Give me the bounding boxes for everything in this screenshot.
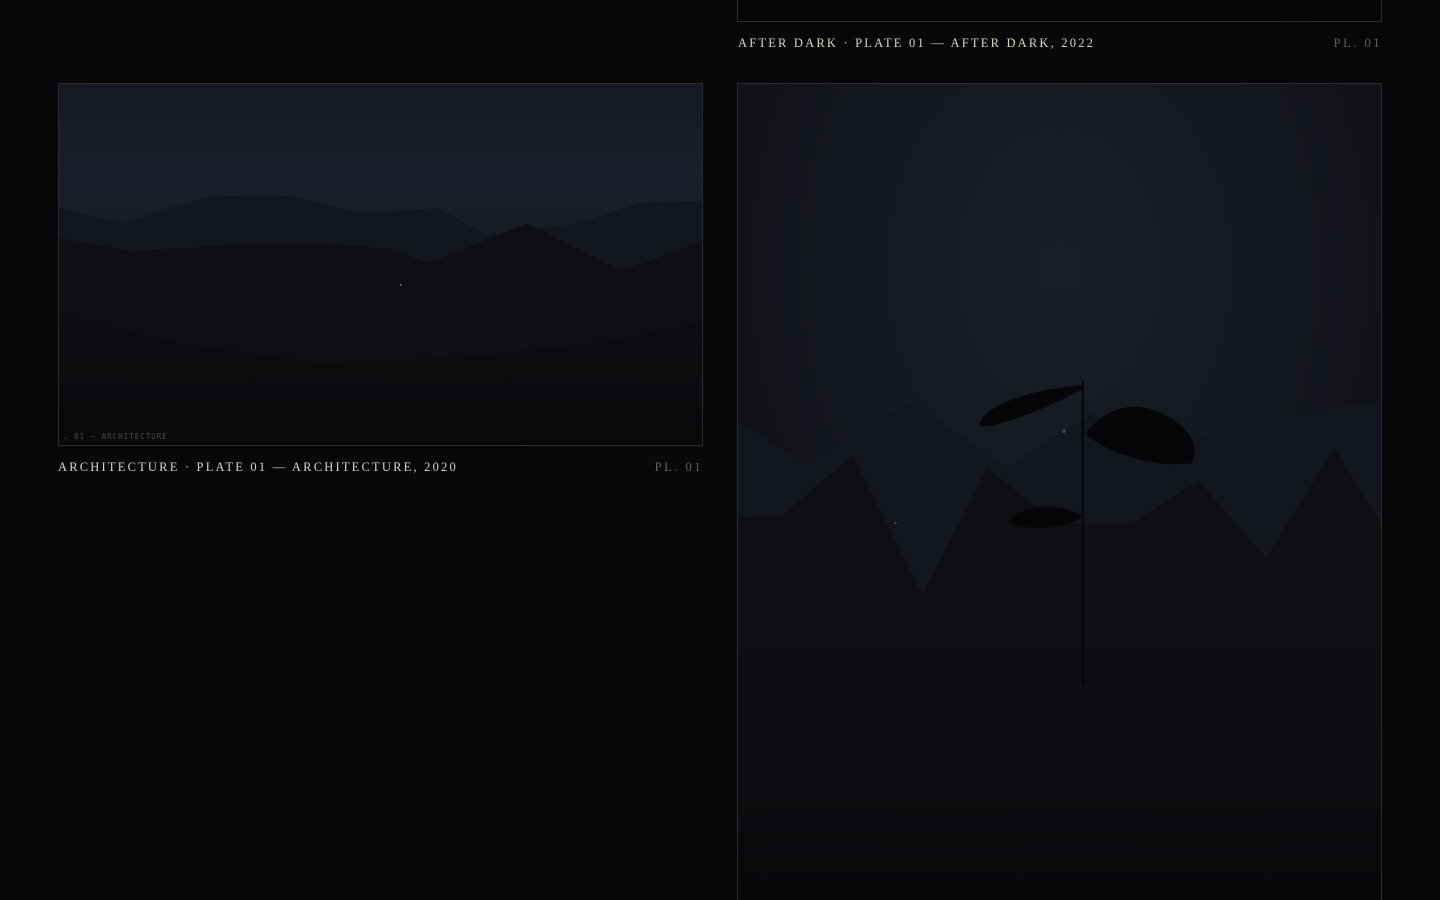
plate-number: PL. 01 (1333, 35, 1382, 50)
plate-caption-title: After Dark · Plate 01 — After Dark, 2022 (738, 35, 1096, 50)
plate-image-after-dark-large[interactable] (737, 83, 1382, 900)
plate-caption-architecture: Architecture · Plate 01 — Architecture, … (58, 458, 703, 476)
plate-caption-after-dark: After Dark · Plate 01 — After Dark, 2022… (738, 34, 1382, 52)
mountain-flag-illustration (738, 84, 1381, 900)
plate-image-after-dark-top[interactable] (737, 0, 1382, 22)
plate-image-architecture[interactable]: . 01 — ARCHITECTURE (58, 83, 703, 446)
plate-caption-title: Architecture · Plate 01 — Architecture, … (58, 459, 458, 474)
plate-inframe-label: . 01 — ARCHITECTURE (63, 432, 168, 441)
mountain-landscape-illustration (59, 84, 702, 445)
plate-number: PL. 01 (654, 459, 703, 474)
